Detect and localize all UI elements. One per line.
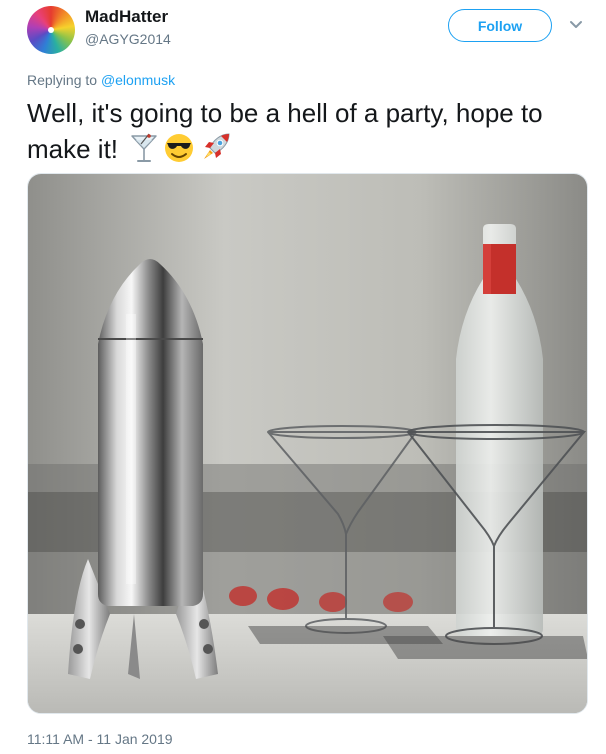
tweet-photo[interactable]: [27, 173, 588, 714]
chevron-down-icon[interactable]: [567, 18, 585, 32]
tweet-text: Well, it's going to be a hell of a party…: [27, 97, 592, 166]
cocktail-glass-icon: [131, 133, 158, 162]
tweet-timestamp[interactable]: 11:11 AM - 11 Jan 2019: [27, 731, 173, 747]
follow-button[interactable]: Follow: [448, 9, 552, 42]
reply-prefix: Replying to: [27, 72, 101, 88]
tweet-body: Well, it's going to be a hell of a party…: [27, 98, 543, 164]
author-display-name[interactable]: MadHatter: [85, 7, 168, 27]
avatar[interactable]: [27, 6, 75, 54]
author-handle[interactable]: @AGYG2014: [85, 31, 171, 47]
rocket-icon: [204, 133, 230, 159]
rocket-shaker-photo: [28, 174, 587, 713]
mention-link[interactable]: @elonmusk: [101, 72, 175, 88]
smiling-face-with-sunglasses-icon: [165, 134, 194, 162]
reply-context: Replying to @elonmusk: [27, 72, 175, 88]
